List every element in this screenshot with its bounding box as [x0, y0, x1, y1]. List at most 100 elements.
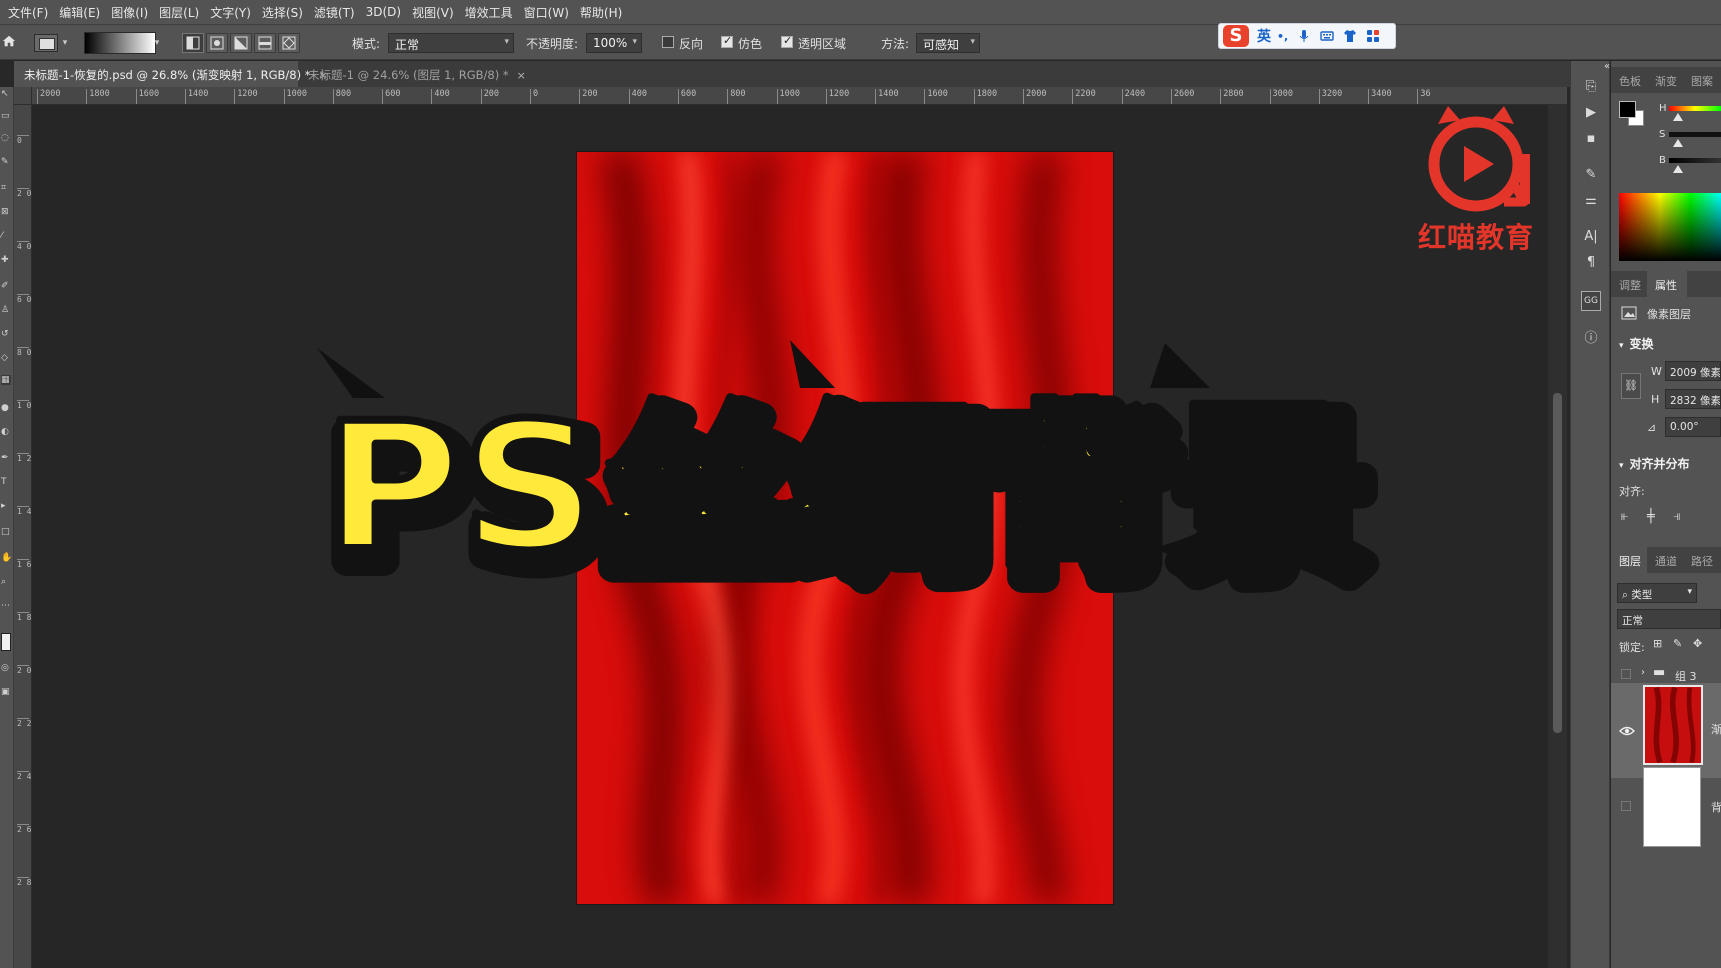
layer-2-name[interactable]: 背: [1711, 799, 1721, 815]
tab-gradients[interactable]: 渐变: [1655, 73, 1677, 89]
align-section-title[interactable]: ▾ 对齐并分布: [1619, 455, 1690, 472]
menu-item-5[interactable]: 选择(S): [262, 4, 303, 21]
lock-transparent-icon[interactable]: ⊞: [1653, 637, 1662, 650]
tab-layers[interactable]: 图层: [1619, 553, 1641, 569]
menu-item-7[interactable]: 3D(D): [366, 5, 401, 19]
brush-tool-icon[interactable]: ✐: [1, 281, 11, 291]
chevron-down-icon[interactable]: ▾: [60, 38, 70, 48]
skin-shirt-icon[interactable]: [1343, 29, 1357, 43]
saturation-slider[interactable]: [1669, 132, 1721, 137]
play-actions-icon[interactable]: ▶: [1581, 103, 1601, 123]
eye-icon[interactable]: [1619, 725, 1635, 737]
quick-select-tool-icon[interactable]: ✎: [1, 157, 11, 167]
home-icon[interactable]: [2, 34, 16, 48]
tool-preset-picker[interactable]: [34, 34, 58, 52]
lasso-tool-icon[interactable]: ◌: [1, 133, 11, 143]
screen-mode-icon[interactable]: ▣: [1, 687, 11, 697]
link-dimensions-button[interactable]: ⛓: [1621, 373, 1641, 399]
align-left-icon[interactable]: ⫦: [1621, 509, 1628, 524]
tab-channels[interactable]: 通道: [1655, 553, 1677, 569]
fg-bg-colors[interactable]: [1619, 101, 1645, 127]
eraser-tool-icon[interactable]: ◇: [1, 353, 11, 363]
lock-position-icon[interactable]: ✥: [1693, 637, 1702, 650]
hand-tool-icon[interactable]: ✋: [1, 553, 12, 563]
type-tool-icon[interactable]: T: [1, 477, 11, 487]
gradient-swatch[interactable]: [84, 32, 156, 54]
adjust-sliders-icon[interactable]: ⚌: [1581, 191, 1601, 211]
brush-settings-icon[interactable]: ✎: [1581, 165, 1601, 185]
angle-gradient-button[interactable]: [230, 33, 252, 53]
width-field[interactable]: 2009 像素: [1665, 361, 1721, 381]
healing-tool-icon[interactable]: ✚: [1, 255, 11, 265]
toolbox-grid-icon[interactable]: [1366, 29, 1380, 43]
menu-item-11[interactable]: 帮助(H): [580, 4, 622, 21]
blend-mode-select[interactable]: 正常: [1617, 609, 1721, 629]
menu-item-3[interactable]: 图层(L): [159, 4, 199, 21]
dodge-tool-icon[interactable]: ◐: [1, 427, 11, 437]
layer-thumbnail-silk[interactable]: [1643, 685, 1703, 765]
pen-tool-icon[interactable]: ✒: [1, 453, 11, 463]
saturation-knob[interactable]: [1673, 139, 1683, 147]
keyboard-icon[interactable]: [1320, 29, 1334, 43]
history-brush-icon[interactable]: ↺: [1, 329, 11, 339]
blur-tool-icon[interactable]: ●: [1, 403, 11, 413]
path-select-tool-icon[interactable]: ▸: [1, 501, 11, 511]
scrollbar-thumb[interactable]: [1553, 393, 1562, 733]
group-visibility-toggle[interactable]: [1621, 669, 1631, 679]
layer-1-name[interactable]: 渐: [1711, 721, 1721, 737]
move-tool-icon[interactable]: ↖: [1, 89, 11, 99]
menu-item-9[interactable]: 增效工具: [465, 4, 513, 21]
tab-document-1[interactable]: 未标题-1-恢复的.psd @ 26.8% (渐变映射 1, RGB/8) * ×: [14, 61, 328, 87]
info-icon[interactable]: ⓘ: [1581, 329, 1601, 349]
zoom-tool-icon[interactable]: ⌕: [1, 577, 11, 587]
transform-section-title[interactable]: ▾ 变换: [1619, 335, 1654, 352]
frame-tool-icon[interactable]: ⊠: [1, 207, 11, 217]
comment-icon[interactable]: ▪: [1581, 129, 1601, 149]
paragraph-icon[interactable]: ¶: [1581, 253, 1601, 273]
menu-item-1[interactable]: 编辑(E): [59, 4, 100, 21]
history-icon[interactable]: ⎘: [1581, 77, 1601, 97]
menu-item-8[interactable]: 视图(V): [412, 4, 454, 21]
canvas-area[interactable]: [32, 105, 1548, 968]
shape-tool-icon[interactable]: □: [1, 527, 11, 537]
brightness-knob[interactable]: [1673, 165, 1683, 173]
eyedropper-tool-icon[interactable]: ⁄: [1, 231, 11, 241]
menu-item-10[interactable]: 窗口(W): [524, 4, 569, 21]
lock-pixels-icon[interactable]: ✎: [1673, 637, 1682, 650]
dither-checkbox[interactable]: [721, 34, 733, 48]
menu-item-4[interactable]: 文字(Y): [210, 4, 251, 21]
microphone-icon[interactable]: [1297, 29, 1311, 43]
glyphs-icon[interactable]: GG: [1581, 291, 1601, 311]
marquee-tool-icon[interactable]: ▭: [1, 111, 11, 121]
character-icon[interactable]: A|: [1581, 227, 1601, 247]
transparency-checkbox[interactable]: [781, 34, 793, 48]
reverse-checkbox[interactable]: [662, 36, 674, 48]
gradient-tool-icon[interactable]: ▦: [1, 375, 11, 385]
tab-properties[interactable]: 属性: [1655, 277, 1677, 293]
angle-field[interactable]: 0.00°: [1665, 417, 1721, 437]
ruler-corner[interactable]: [14, 87, 32, 105]
reflected-gradient-button[interactable]: [254, 33, 276, 53]
linear-gradient-button[interactable]: [182, 33, 204, 53]
opacity-field[interactable]: 100% ▾: [586, 33, 642, 53]
crop-tool-icon[interactable]: ⌗: [1, 183, 11, 193]
quick-mask-icon[interactable]: ◎: [1, 663, 11, 673]
tab-paths[interactable]: 路径: [1691, 553, 1713, 569]
background-visibility-toggle[interactable]: [1621, 801, 1631, 811]
chevron-down-icon[interactable]: ▾: [152, 38, 162, 48]
align-right-icon[interactable]: ⫣: [1673, 509, 1681, 524]
chevron-right-icon[interactable]: ›: [1641, 667, 1645, 678]
brightness-slider[interactable]: [1669, 158, 1721, 163]
horizontal-ruler[interactable]: 2000 1800 1600 1400 1200 1000 800 600 400 200 0 200…: [32, 87, 1567, 105]
hue-knob[interactable]: [1673, 113, 1683, 121]
sogou-logo-icon[interactable]: S: [1223, 25, 1249, 47]
ime-language-toggle[interactable]: 英: [1257, 26, 1271, 46]
group-layer-name[interactable]: 组 3: [1675, 668, 1697, 684]
align-center-icon[interactable]: ╪: [1647, 509, 1655, 524]
ime-punctuation-toggle[interactable]: •,: [1277, 30, 1288, 43]
diamond-gradient-button[interactable]: [278, 33, 300, 53]
more-tools-icon[interactable]: ⋯: [1, 601, 11, 611]
tab-document-2[interactable]: 未标题-1 @ 24.6% (图层 1, RGB/8) * ×: [298, 61, 526, 87]
tab-swatches[interactable]: 色板: [1619, 73, 1641, 89]
foreground-color-swatch[interactable]: [1619, 101, 1636, 118]
